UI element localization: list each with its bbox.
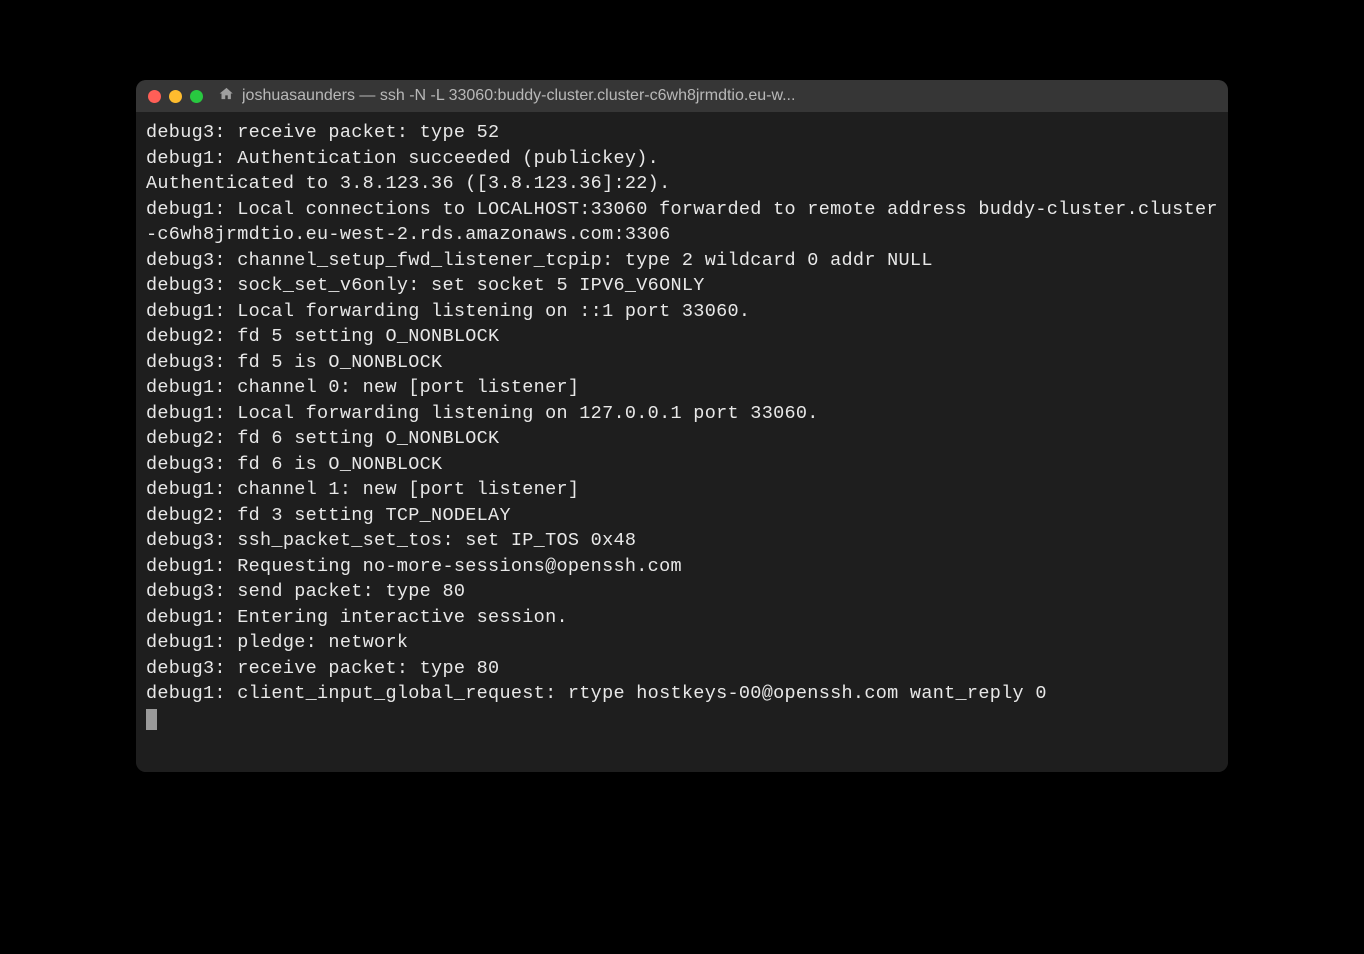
title-content: joshuasaunders — ssh -N -L 33060:buddy-c… (219, 86, 1216, 106)
terminal-line: debug3: fd 6 is O_NONBLOCK (146, 452, 1218, 478)
terminal-line: debug3: send packet: type 80 (146, 579, 1218, 605)
terminal-line: debug3: fd 5 is O_NONBLOCK (146, 350, 1218, 376)
terminal-line: debug1: Entering interactive session. (146, 605, 1218, 631)
home-icon (219, 86, 234, 106)
terminal-line: debug1: Authentication succeeded (public… (146, 146, 1218, 172)
title-bar[interactable]: joshuasaunders — ssh -N -L 33060:buddy-c… (136, 80, 1228, 112)
minimize-button[interactable] (169, 90, 182, 103)
terminal-line: debug2: fd 3 setting TCP_NODELAY (146, 503, 1218, 529)
terminal-line: debug3: sock_set_v6only: set socket 5 IP… (146, 273, 1218, 299)
terminal-line: debug3: receive packet: type 80 (146, 656, 1218, 682)
window-title: joshuasaunders — ssh -N -L 33060:buddy-c… (242, 87, 795, 105)
terminal-line: debug3: receive packet: type 52 (146, 120, 1218, 146)
terminal-line: debug1: pledge: network (146, 630, 1218, 656)
terminal-line: debug1: channel 0: new [port listener] (146, 375, 1218, 401)
terminal-line: Authenticated to 3.8.123.36 ([3.8.123.36… (146, 171, 1218, 197)
terminal-line: debug2: fd 5 setting O_NONBLOCK (146, 324, 1218, 350)
close-button[interactable] (148, 90, 161, 103)
terminal-line: debug2: fd 6 setting O_NONBLOCK (146, 426, 1218, 452)
terminal-line: debug1: Local forwarding listening on 12… (146, 401, 1218, 427)
maximize-button[interactable] (190, 90, 203, 103)
terminal-line: debug1: Local forwarding listening on ::… (146, 299, 1218, 325)
terminal-line: debug1: Local connections to LOCALHOST:3… (146, 197, 1218, 248)
traffic-lights (148, 90, 203, 103)
terminal-body[interactable]: debug3: receive packet: type 52 debug1: … (136, 112, 1228, 772)
cursor-icon (146, 709, 157, 730)
terminal-line: debug1: channel 1: new [port listener] (146, 477, 1218, 503)
terminal-line: debug3: channel_setup_fwd_listener_tcpip… (146, 248, 1218, 274)
terminal-window: joshuasaunders — ssh -N -L 33060:buddy-c… (136, 80, 1228, 772)
terminal-cursor-line (146, 707, 1218, 733)
terminal-line: debug1: client_input_global_request: rty… (146, 681, 1218, 707)
terminal-line: debug3: ssh_packet_set_tos: set IP_TOS 0… (146, 528, 1218, 554)
terminal-line: debug1: Requesting no-more-sessions@open… (146, 554, 1218, 580)
